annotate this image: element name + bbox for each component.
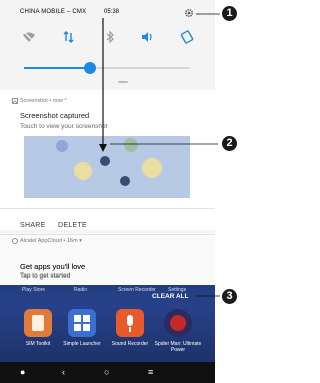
share-button[interactable]: SHARE [20,222,46,229]
app-label: Simple Launcher [63,341,101,347]
spiderman-icon[interactable] [164,309,192,337]
camera-icon [100,156,110,166]
delete-button[interactable]: DELETE [58,222,87,229]
notification-title: Get apps you'll love [20,262,86,271]
globe-icon [120,176,130,186]
dock-label: Play Store [22,287,46,293]
gallery-icon [142,158,162,178]
gear-icon[interactable] [184,8,194,18]
back-icon[interactable]: ‹ [62,367,65,377]
clear-all-button[interactable]: CLEAR ALL [152,293,189,300]
sim-toolkit-icon[interactable] [24,309,52,337]
home-icon[interactable]: ○ [104,367,109,377]
screenshot-icon [12,98,18,104]
carrier-name: CHINA MOBILE – CMX [20,9,87,15]
notification-subtitle: Touch to view your screenshot [20,123,108,130]
dock-label: Screen Recorder [118,287,156,293]
app-label: SIM Toolkit [25,341,51,347]
appcloud-notification-card[interactable] [0,233,215,255]
divider [0,208,215,209]
assistant-pin-icon[interactable]: ● [20,367,25,377]
recents-icon[interactable]: ≡ [148,367,153,377]
bluetooth-icon[interactable] [103,30,117,44]
drag-handle[interactable] [118,81,128,83]
app-icon [124,138,138,152]
brightness-slider-fill [24,67,91,69]
screenshot-preview[interactable] [24,136,190,198]
chat-icon [56,140,68,152]
sound-icon[interactable] [140,30,154,44]
status-time: 05:38 [104,9,120,15]
sound-recorder-icon[interactable] [116,309,144,337]
notification-title: Screenshot captured [20,111,90,120]
notification-header: Alcatel AppCloud • 16m ▾ [20,238,82,244]
callout-1: 1 [222,6,237,21]
callout-3: 3 [222,289,237,304]
notification-subtitle: Tap to get started [20,272,71,279]
notification-header: Screenshot • now ^ [20,98,68,104]
app-label: Spider Man: Ultimate Power [154,341,202,353]
brightness-slider-knob[interactable] [84,62,97,74]
dock-label: Radio [74,287,88,293]
phone-screen: CHINA MOBILE – CMX 05:38 Screenshot • no… [0,0,215,383]
callout-2: 2 [222,136,237,151]
wifi-off-icon[interactable] [22,30,36,44]
divider [0,234,215,235]
appcloud-icon [12,238,18,244]
auto-rotate-icon[interactable] [180,30,194,44]
app-label: Sound Recorder [111,341,149,347]
music-icon [74,162,92,180]
mobile-data-icon[interactable] [62,30,76,44]
brightness-slider[interactable] [24,67,190,69]
simple-launcher-icon[interactable] [68,309,96,337]
quick-settings-row [0,30,215,48]
